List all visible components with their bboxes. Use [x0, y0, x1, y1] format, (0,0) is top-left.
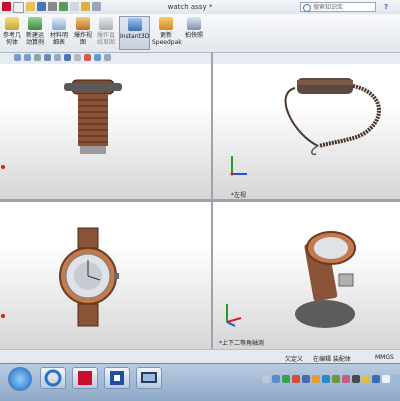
print-icon[interactable] [48, 2, 57, 11]
undo-icon[interactable] [59, 2, 68, 11]
explode-line-sketch-icon [99, 17, 113, 30]
ribbon-label: 拍快照 [184, 32, 203, 39]
viewport-front[interactable] [0, 64, 211, 199]
tray-app-icon[interactable] [362, 375, 370, 383]
viewport-top[interactable] [0, 202, 211, 349]
tray-app-icon[interactable] [322, 375, 330, 383]
apply-scene-icon[interactable] [94, 54, 101, 61]
zoom-to-fit-icon[interactable] [14, 54, 21, 61]
axis-triad [227, 150, 255, 180]
previous-view-icon[interactable] [34, 54, 41, 61]
ribbon-button-exploded-view[interactable]: 爆炸视 图 [72, 16, 94, 50]
ribbon-label: 爆炸直 线草图 [96, 32, 115, 46]
status-units[interactable]: MMGS [375, 354, 394, 361]
search-icon [303, 4, 311, 12]
snapshot-icon [187, 17, 201, 30]
solidworks-logo-icon[interactable] [2, 2, 11, 11]
status-definition: 欠定义 [285, 356, 304, 363]
rebuild-icon[interactable] [81, 2, 90, 11]
heads-up-view-toolbar [0, 52, 400, 64]
view-settings-icon[interactable] [104, 54, 111, 61]
search-input[interactable]: 搜索知识库 [300, 2, 376, 12]
start-button-icon[interactable] [8, 367, 32, 391]
axis-triad [0, 164, 6, 170]
edit-appearance-icon[interactable] [84, 54, 91, 61]
ribbon-button-reference-geometry[interactable]: 参考几 何体 [1, 16, 23, 50]
ribbon-button-bill-of-materials[interactable]: 材料明 细表 [48, 16, 70, 50]
viewport-left[interactable]: *左视 [213, 64, 400, 199]
system-tray [262, 372, 400, 386]
volume-icon[interactable] [382, 375, 390, 383]
tray-app-icon[interactable] [292, 375, 300, 383]
viewport-trimetric-label: *上下二等角轴测 [219, 340, 265, 347]
screen-capture-taskbar-icon[interactable] [136, 367, 162, 389]
ribbon-button-update-speedpak[interactable]: 更新 Speedpak [152, 16, 182, 50]
new-motion-study-icon [28, 17, 42, 30]
update-speedpak-icon [159, 17, 173, 30]
axis-triad [0, 312, 8, 320]
viewport-splitter-horizontal[interactable] [0, 199, 400, 202]
word-taskbar-icon[interactable] [104, 367, 130, 389]
view-orientation-icon[interactable] [54, 54, 61, 61]
bill-of-materials-icon [52, 17, 66, 30]
exploded-view-icon [76, 17, 90, 30]
quick-access-toolbar [2, 2, 101, 13]
tray-app-icon[interactable] [312, 375, 320, 383]
tray-app-icon[interactable] [262, 375, 270, 383]
status-editing: 在编辑 装配体 [313, 356, 351, 363]
ribbon-label: 爆炸视 图 [73, 32, 92, 46]
open-file-icon[interactable] [26, 2, 35, 11]
tray-app-icon[interactable] [372, 375, 380, 383]
instant3d-icon [127, 18, 142, 31]
internet-explorer-icon[interactable] [40, 367, 66, 389]
new-file-icon[interactable] [13, 2, 24, 13]
ribbon-button-explode-line-sketch[interactable]: 爆炸直 线草图 [95, 16, 117, 50]
tray-app-icon[interactable] [282, 375, 290, 383]
tray-app-icon[interactable] [332, 375, 340, 383]
axis-triad [219, 298, 249, 328]
command-manager-ribbon: 参考几 何体 新建运 动算例 材料明 细表 爆炸视 图 爆炸直 线草图 Inst… [0, 14, 400, 53]
viewport-trimetric[interactable]: *上下二等角轴测 [213, 202, 400, 349]
solidworks-taskbar-icon[interactable] [72, 367, 98, 389]
tray-app-icon[interactable] [272, 375, 280, 383]
search-placeholder: 搜索知识库 [313, 4, 344, 11]
tray-app-icon[interactable] [342, 375, 350, 383]
network-icon[interactable] [392, 375, 400, 383]
viewport-left-label: *左视 [231, 192, 247, 199]
watch-front-view [64, 79, 122, 154]
options-icon[interactable] [92, 2, 101, 11]
windows-taskbar [0, 363, 400, 401]
status-bar: 欠定义 在编辑 装配体 MMGS [0, 349, 400, 364]
ribbon-label: 更新 Speedpak [152, 32, 182, 46]
hide-show-items-icon[interactable] [74, 54, 81, 61]
select-icon[interactable] [70, 2, 79, 11]
section-view-icon[interactable] [44, 54, 51, 61]
window-title: watch assy * [167, 3, 213, 11]
ribbon-label: 材料明 细表 [49, 32, 68, 46]
help-icon[interactable]: ? [381, 2, 391, 12]
ribbon-label: 参考几 何体 [2, 32, 21, 46]
zoom-to-area-icon[interactable] [24, 54, 31, 61]
ribbon-label: 新建运 动算例 [25, 32, 44, 46]
reference-geometry-icon [5, 17, 19, 30]
ribbon-button-new-motion-study[interactable]: 新建运 动算例 [23, 16, 47, 50]
watch-top-view [59, 227, 119, 327]
ribbon-button-instant3d[interactable]: Instant3D [119, 16, 150, 50]
tray-app-icon[interactable] [352, 375, 360, 383]
ribbon-button-snapshot[interactable]: 拍快照 [182, 16, 206, 50]
ribbon-label: Instant3D [120, 33, 150, 40]
tray-app-icon[interactable] [302, 375, 310, 383]
title-bar: watch assy * 搜索知识库 ? [0, 0, 400, 15]
display-style-icon[interactable] [64, 54, 71, 61]
save-icon[interactable] [37, 2, 46, 11]
